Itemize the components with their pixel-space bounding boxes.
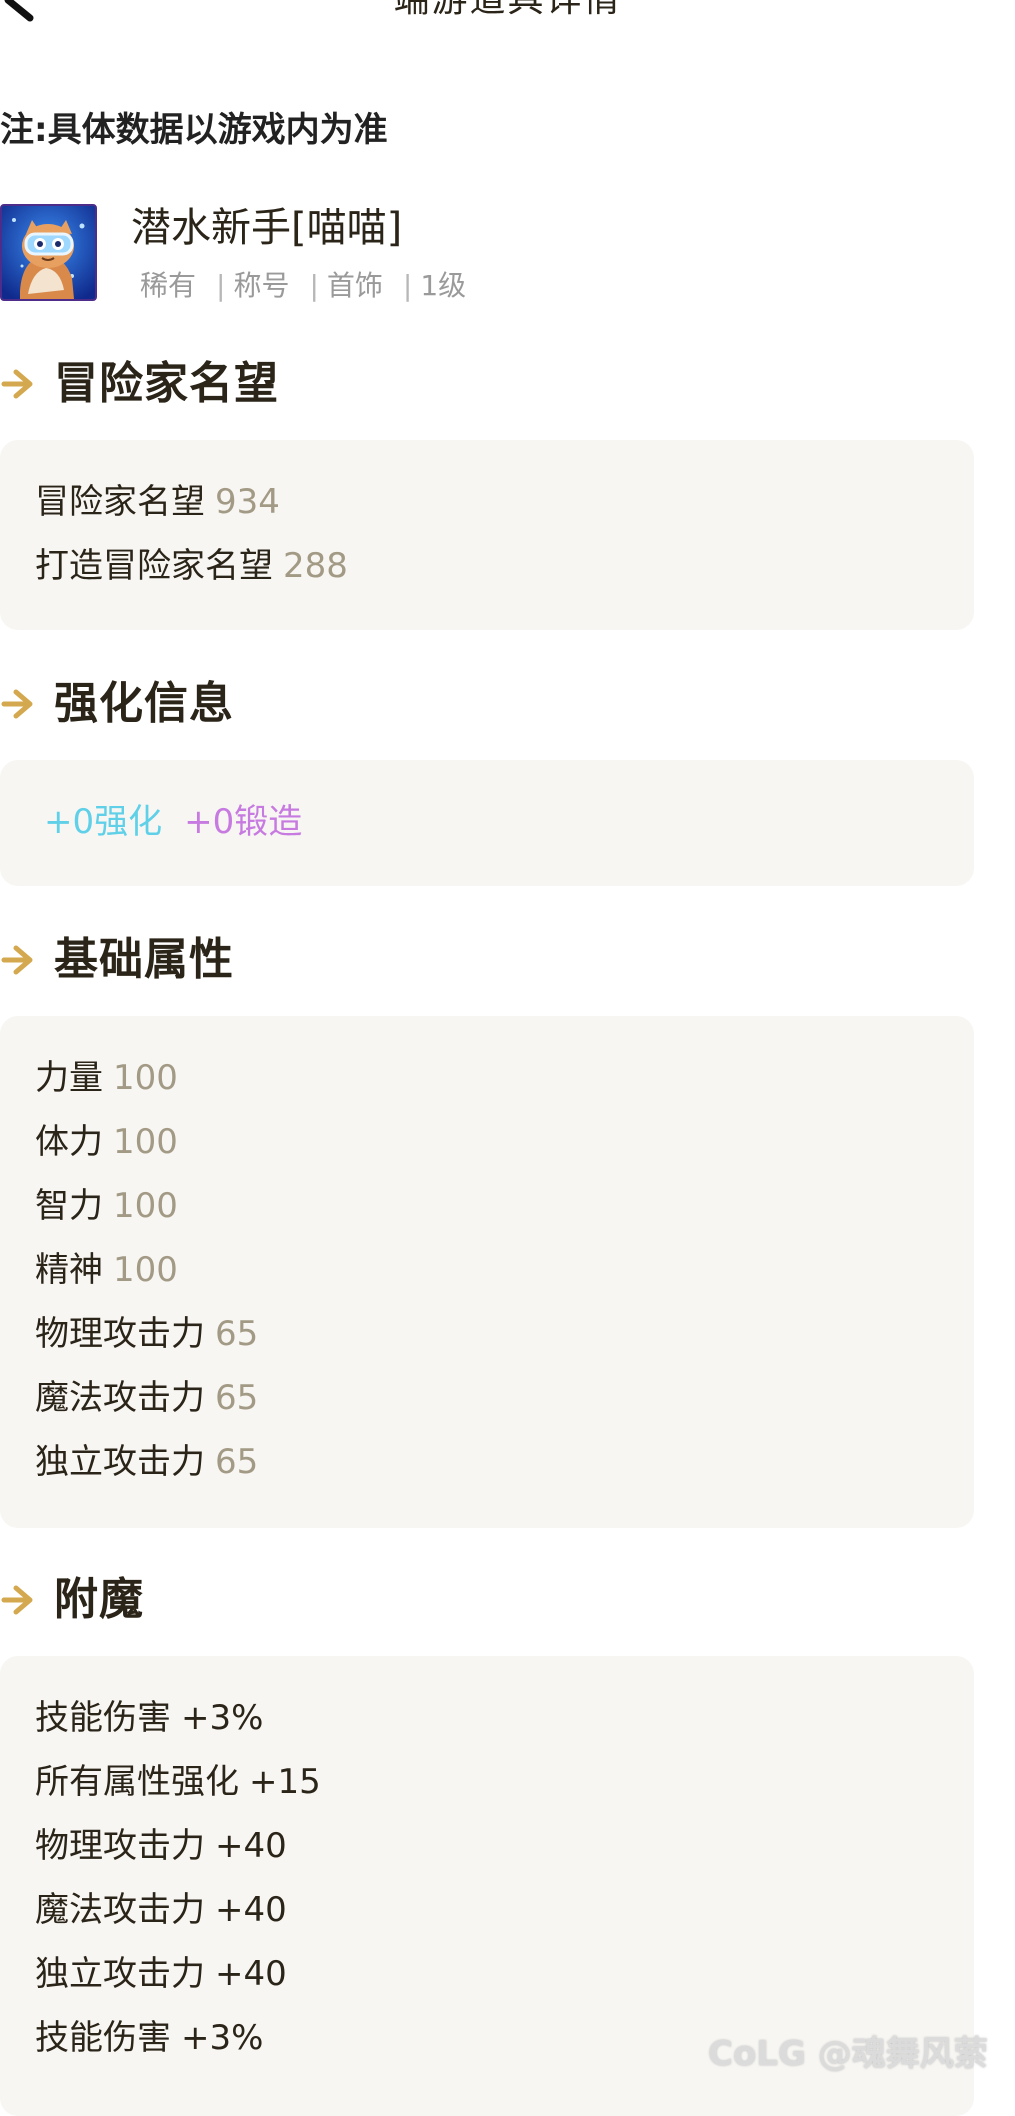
stat-value: 65 — [215, 1442, 259, 1482]
enchant-value: +3% — [181, 2018, 264, 2058]
stat-row: 打造冒险家名望 288 — [35, 542, 348, 590]
stat-label: 物理攻击力 — [35, 1314, 205, 1354]
enchant-label: 魔法攻击力 — [35, 1890, 205, 1930]
stat-label: 智力 — [35, 1186, 103, 1226]
enchant-row: 魔法攻击力 +40 — [35, 1886, 287, 1934]
enchant-value: +3% — [181, 1698, 264, 1738]
stat-value: 934 — [215, 482, 280, 522]
meta-separator: | — [309, 269, 319, 302]
enhance-row: +0强化 +0锻造 — [44, 798, 302, 846]
section-title-enhance: 强化信息 — [0, 674, 234, 734]
item-rarity: 稀有 — [140, 269, 197, 302]
stat-row: 精神 100 — [35, 1246, 178, 1294]
section-arrow-icon — [1, 945, 33, 975]
stat-row: 体力 100 — [35, 1118, 178, 1166]
section-arrow-icon — [1, 369, 33, 399]
enchant-value: +40 — [215, 1954, 287, 1994]
item-category: 称号 — [233, 269, 290, 302]
enhance-level: +0强化 — [44, 802, 163, 842]
item-level: 1级 — [420, 269, 467, 302]
stat-row: 物理攻击力 65 — [35, 1310, 258, 1358]
stat-value: 288 — [283, 546, 348, 586]
stat-value: 100 — [113, 1058, 178, 1098]
disclaimer-note: 注:具体数据以游戏内为准 — [0, 110, 388, 150]
enchant-row: 所有属性强化 +15 — [35, 1758, 321, 1806]
stat-value: 100 — [113, 1186, 178, 1226]
enchant-row: 技能伤害 +3% — [35, 2014, 263, 2062]
section-label: 强化信息 — [54, 678, 234, 729]
stat-row: 力量 100 — [35, 1054, 178, 1102]
section-label: 基础属性 — [54, 934, 234, 985]
item-name: 潜水新手[喵喵] — [131, 205, 403, 251]
enchant-label: 所有属性强化 — [35, 1762, 239, 1802]
stat-value: 100 — [113, 1250, 178, 1290]
stat-label: 体力 — [35, 1122, 103, 1162]
enhance-card: +0强化 +0锻造 — [0, 760, 974, 886]
stat-row: 冒险家名望 934 — [35, 478, 280, 526]
section-label: 冒险家名望 — [54, 358, 279, 409]
meta-separator: | — [402, 269, 413, 302]
stat-row: 魔法攻击力 65 — [35, 1374, 258, 1422]
stat-label: 独立攻击力 — [35, 1442, 205, 1482]
section-arrow-icon — [1, 689, 33, 719]
section-title-enchant: 附魔 — [0, 1570, 144, 1630]
section-title-reputation: 冒险家名望 — [0, 354, 279, 414]
stat-label: 冒险家名望 — [35, 482, 205, 522]
enchant-row: 独立攻击力 +40 — [35, 1950, 287, 1998]
stat-value: 100 — [113, 1122, 178, 1162]
stat-label: 力量 — [35, 1058, 103, 1098]
stat-row: 独立攻击力 65 — [35, 1438, 258, 1486]
enchant-value: +15 — [249, 1762, 321, 1802]
cat-diver-avatar-icon — [0, 204, 97, 301]
reputation-card: 冒险家名望 934 打造冒险家名望 288 — [0, 440, 974, 630]
enchant-label: 技能伤害 — [35, 1698, 171, 1738]
stat-label: 魔法攻击力 — [35, 1378, 205, 1418]
page-header: 端游道具详情 — [0, 0, 1015, 28]
stat-value: 65 — [215, 1314, 259, 1354]
enchant-label: 物理攻击力 — [35, 1826, 205, 1866]
stat-row: 智力 100 — [35, 1182, 178, 1230]
enchant-row: 技能伤害 +3% — [35, 1694, 263, 1742]
item-meta-line: 稀有 | 称号 | 首饰 | 1级 — [140, 266, 466, 306]
stat-label: 精神 — [35, 1250, 103, 1290]
stat-value: 65 — [215, 1378, 259, 1418]
base-stats-card: 力量 100 体力 100 智力 100 精神 100 物理攻击力 65 魔法攻击力 65 … — [0, 1016, 974, 1528]
enchant-value: +40 — [215, 1826, 287, 1866]
section-title-base-stats: 基础属性 — [0, 930, 234, 990]
enchant-label: 独立攻击力 — [35, 1954, 205, 1994]
section-arrow-icon — [1, 1585, 33, 1615]
forge-level: +0锻造 — [184, 802, 303, 842]
section-label: 附魔 — [54, 1574, 144, 1625]
enchant-label: 技能伤害 — [35, 2018, 171, 2058]
meta-separator: | — [216, 269, 226, 302]
enchant-value: +40 — [215, 1890, 287, 1930]
enchant-row: 物理攻击力 +40 — [35, 1822, 287, 1870]
stat-label: 打造冒险家名望 — [35, 546, 273, 586]
item-slot: 首饰 — [326, 269, 383, 302]
page-title: 端游道具详情 — [0, 0, 1015, 22]
watermark: CoLG @魂舞风萦 — [708, 2034, 988, 2074]
